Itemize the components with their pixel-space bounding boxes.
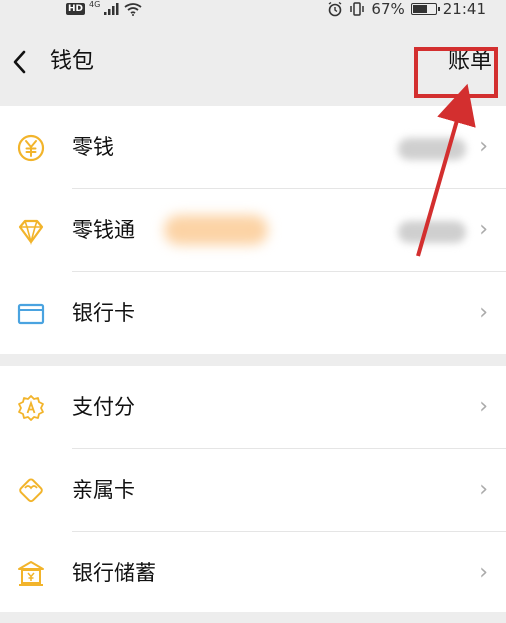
list-item-bank-savings[interactable]: 银行储蓄 › bbox=[0, 532, 506, 614]
list-item-label: 零钱 bbox=[72, 135, 114, 159]
chevron-right-icon: › bbox=[479, 300, 488, 325]
vibrate-icon bbox=[350, 2, 365, 16]
nav-bar: 钱包 账单 bbox=[0, 20, 506, 106]
list-item-pay-score[interactable]: 支付分 › bbox=[0, 366, 506, 448]
battery-percent: 67% bbox=[371, 0, 405, 18]
status-left: HD 4G bbox=[66, 0, 142, 18]
heart-card-icon bbox=[19, 478, 43, 503]
chevron-right-icon: › bbox=[479, 477, 488, 502]
network-type: 4G bbox=[89, 0, 101, 9]
chevron-left-icon bbox=[13, 50, 26, 74]
signal-icon bbox=[104, 3, 119, 15]
battery-icon bbox=[410, 3, 440, 15]
list-item-label: 银行卡 bbox=[72, 301, 135, 325]
wallet-section-services: 支付分 › 亲属卡 › 银行储蓄 › bbox=[0, 366, 506, 612]
wifi-icon bbox=[124, 2, 142, 16]
bank-savings-icon bbox=[18, 561, 44, 586]
list-item-family-card[interactable]: 亲属卡 › bbox=[0, 449, 506, 531]
list-item-label: 亲属卡 bbox=[72, 478, 135, 502]
list-item-label: 支付分 bbox=[72, 395, 135, 419]
alarm-icon bbox=[329, 1, 342, 17]
blurred-value bbox=[398, 138, 466, 160]
page-title: 钱包 bbox=[50, 49, 95, 74]
back-button[interactable] bbox=[10, 48, 30, 76]
list-item-bank-card[interactable]: 银行卡 › bbox=[0, 272, 506, 354]
list-item-label: 零钱通 bbox=[72, 218, 135, 242]
wallet-section-balance: 零钱 › 零钱通 › 银行卡 › bbox=[0, 106, 506, 354]
diamond-icon bbox=[18, 219, 44, 246]
chevron-right-icon: › bbox=[479, 217, 488, 242]
chevron-right-icon: › bbox=[479, 134, 488, 159]
status-right: 67% 21:41 bbox=[327, 0, 486, 18]
list-item-change-plus[interactable]: 零钱通 › bbox=[0, 189, 506, 271]
blurred-value bbox=[398, 221, 466, 243]
hd-badge: HD bbox=[66, 3, 86, 15]
status-bar: HD 4G 67% 21:41 bbox=[0, 0, 506, 20]
list-item-label: 银行储蓄 bbox=[72, 561, 156, 585]
chevron-right-icon: › bbox=[479, 560, 488, 585]
yuan-coin-icon bbox=[17, 134, 45, 162]
list-item-change[interactable]: 零钱 › bbox=[0, 106, 506, 188]
chevron-right-icon: › bbox=[479, 394, 488, 419]
blurred-tag bbox=[164, 215, 268, 245]
badge-score-icon bbox=[18, 395, 44, 421]
bank-card-icon bbox=[17, 303, 45, 325]
annotation-highlight-box bbox=[414, 47, 498, 98]
clock: 21:41 bbox=[442, 0, 486, 18]
